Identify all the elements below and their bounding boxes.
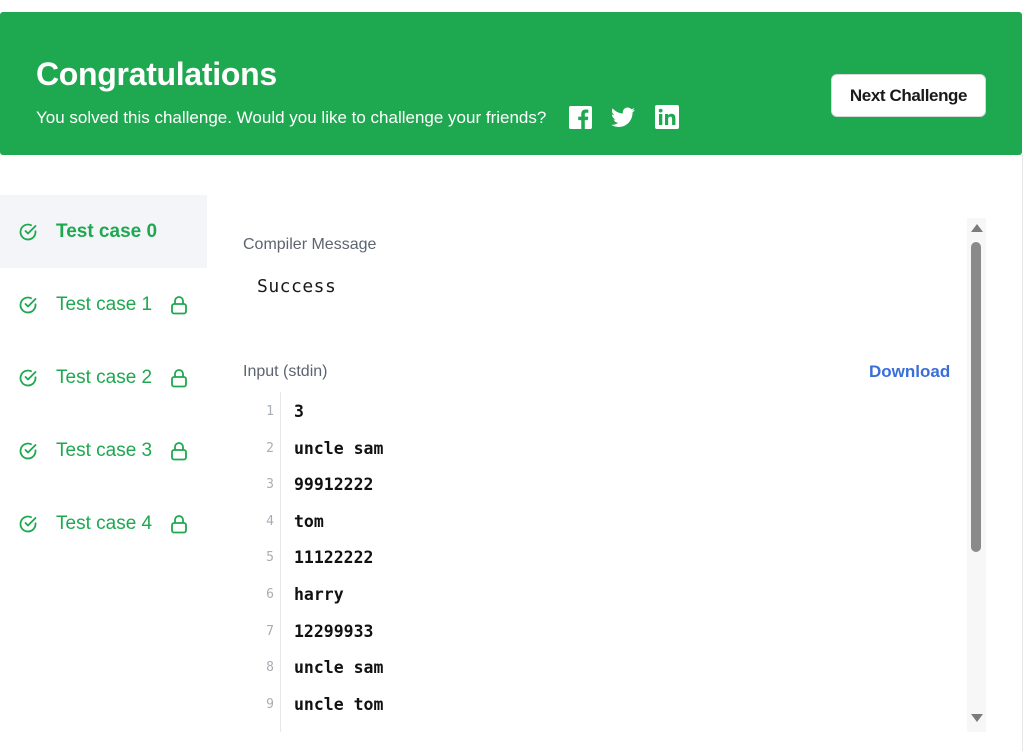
linkedin-icon[interactable] [655, 105, 679, 129]
line-number: 1 [266, 404, 274, 419]
line-number: 6 [266, 586, 274, 602]
facebook-icon[interactable] [568, 105, 592, 129]
twitter-icon[interactable] [611, 105, 635, 129]
lock-icon [171, 514, 188, 533]
tab-test-case-0[interactable]: Test case 0 [0, 195, 207, 268]
code-line: 6 harry [250, 578, 950, 615]
banner-subtitle: You solved this challenge. Would you lik… [36, 108, 547, 127]
code-line: 9 uncle tom [250, 688, 950, 725]
scroll-up-arrow-icon[interactable] [971, 224, 983, 232]
code-line: 5 11122222 [250, 541, 950, 578]
tab-label: Test case 1 [56, 293, 153, 315]
line-number: 4 [266, 513, 274, 529]
tab-test-case-2[interactable]: Test case 2 [0, 341, 207, 414]
tab-label: Test case 0 [56, 220, 158, 242]
line-text: 12299933 [294, 621, 374, 641]
lock-icon [171, 295, 188, 314]
download-link[interactable]: Download [869, 362, 950, 382]
banner-title: Congratulations [36, 56, 277, 92]
line-number: 7 [266, 623, 274, 639]
check-circle-icon [19, 296, 37, 313]
success-banner: Congratulations You solved this challeng… [0, 12, 1022, 155]
tab-label: Test case 4 [56, 512, 153, 534]
code-line: 7 12299933 [250, 615, 950, 652]
lock-icon [171, 368, 188, 387]
code-line: 4 tom [250, 505, 950, 542]
line-number: 3 [266, 477, 274, 493]
line-number: 9 [266, 696, 274, 712]
tab-label: Test case 2 [56, 366, 153, 388]
line-text: uncle tom [294, 694, 384, 714]
scroll-down-arrow-icon[interactable] [971, 714, 983, 722]
tab-test-case-3[interactable]: Test case 3 [0, 414, 207, 487]
compiler-message: Success [257, 276, 337, 297]
line-text: tom [294, 511, 324, 531]
lock-icon [171, 441, 188, 460]
line-text: uncle sam [294, 438, 384, 458]
code-line: 2 uncle sam [250, 432, 950, 469]
line-text: harry [294, 584, 344, 604]
panel-border [1022, 155, 1023, 751]
code-line: 8 uncle sam [250, 651, 950, 688]
vertical-scrollbar[interactable] [967, 218, 986, 732]
check-circle-icon [19, 442, 37, 459]
line-text: 3 [294, 402, 304, 421]
check-circle-icon [19, 369, 37, 386]
check-circle-icon [19, 223, 37, 240]
line-number: 2 [266, 440, 274, 456]
line-text: uncle sam [294, 658, 384, 678]
code-line: 3 99912222 [250, 468, 950, 505]
line-number: 5 [266, 550, 274, 566]
tab-label: Test case 3 [56, 439, 153, 461]
line-text: 11122222 [294, 548, 374, 568]
tab-test-case-1[interactable]: Test case 1 [0, 268, 207, 341]
test-case-list: Test case 0 Test case 1 Test case 2 Test… [0, 195, 207, 560]
next-challenge-button[interactable]: Next Challenge [831, 74, 986, 117]
tab-test-case-4[interactable]: Test case 4 [0, 487, 207, 560]
compiler-message-label: Compiler Message [243, 236, 377, 253]
stdin-code-view: 13 2 uncle sam 3 99912222 4 tom 5 11122222 6… [250, 395, 950, 724]
input-label: Input (stdin) [243, 363, 328, 380]
code-line: 13 [250, 395, 950, 432]
check-circle-icon [19, 515, 37, 532]
line-number: 8 [266, 660, 274, 676]
scrollbar-thumb[interactable] [971, 242, 981, 552]
line-text: 99912222 [294, 475, 374, 495]
